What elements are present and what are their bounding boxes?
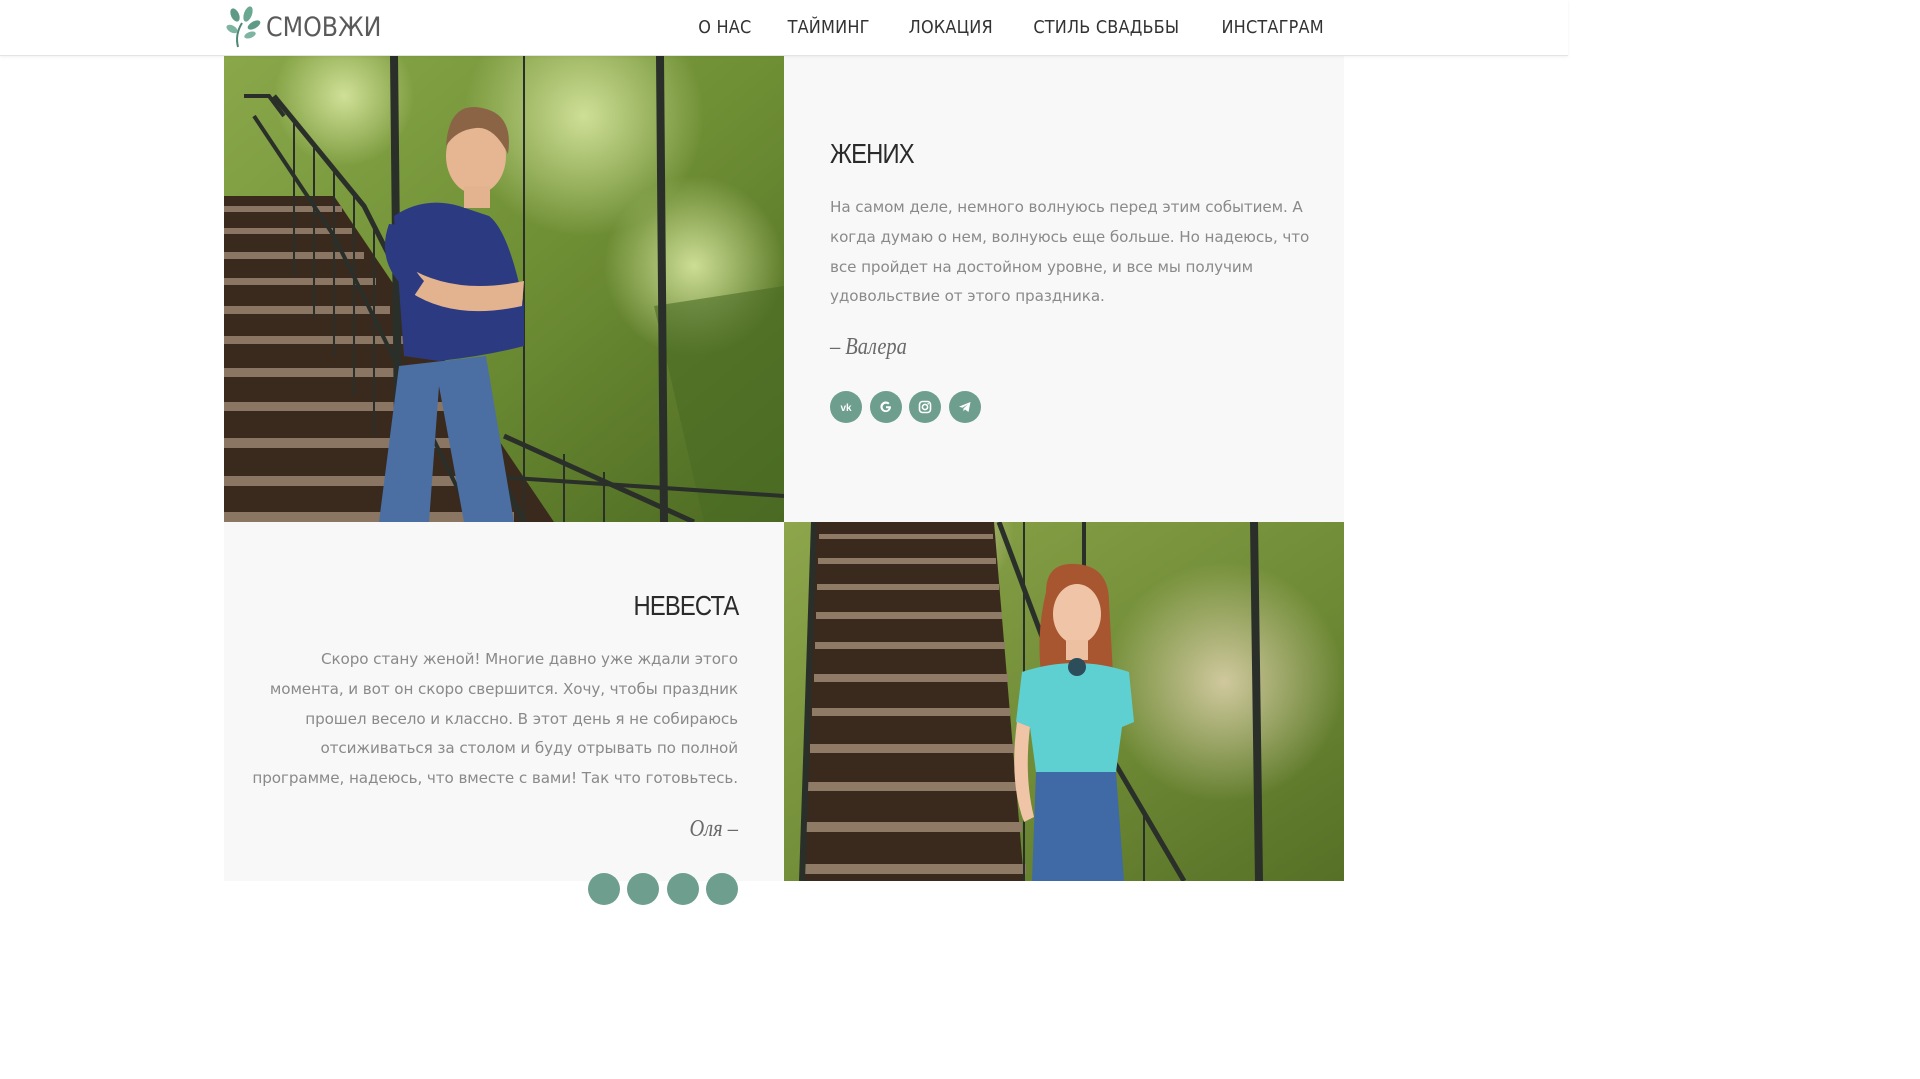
bride-social-links [587,873,738,905]
logo[interactable]: СМОВЖИ [226,5,397,49]
vk-icon[interactable]: vk [830,391,862,423]
nav-item-timing[interactable]: ТАЙМИНГ [788,18,870,38]
telegram-icon[interactable] [948,391,981,423]
bride-section: НЕВЕСТА Скоро стану женой! Многие давно … [224,522,784,905]
groom-title: ЖЕНИХ [830,138,915,169]
instagram-icon[interactable] [909,391,941,423]
bride-photo [784,522,1344,881]
bride-quote: Скоро стану женой! Многие давно уже ждал… [252,650,738,788]
groom-signature: – Валера [830,334,907,360]
bride-title: НЕВЕСТА [633,590,739,621]
groom-social-links: vk [830,391,981,423]
instagram-icon[interactable] [666,873,699,905]
telegram-icon[interactable] [706,873,738,905]
bride-signature: Оля – [689,816,738,842]
nav-item-instagram[interactable]: ИНСТАГРАМ [1221,18,1323,38]
leaf-logo-icon [226,6,261,48]
site-header: СМОВЖИ О НАС ТАЙМИНГ ЛОКАЦИЯ СТИЛЬ СВАДЬ… [0,0,1568,56]
nav-item-location[interactable]: ЛОКАЦИЯ [908,18,992,38]
logo-text: СМОВЖИ [266,11,382,43]
nav-item-about[interactable]: О НАС [698,18,751,38]
google-icon[interactable] [869,391,902,423]
nav-item-wedding-style[interactable]: СТИЛЬ СВАДЬБЫ [1033,18,1179,38]
main-nav: О НАС ТАЙМИНГ ЛОКАЦИЯ СТИЛЬ СВАДЬБЫ ИНСТ… [665,0,1328,55]
vk-icon[interactable] [587,873,620,905]
google-icon[interactable] [627,873,659,905]
groom-quote: На самом деле, немного волнуюсь перед эт… [830,198,1310,306]
groom-section: ЖЕНИХ На самом деле, немного волнуюсь пе… [784,56,1344,522]
groom-photo [224,56,784,522]
svg-text:vk: vk [840,403,852,414]
